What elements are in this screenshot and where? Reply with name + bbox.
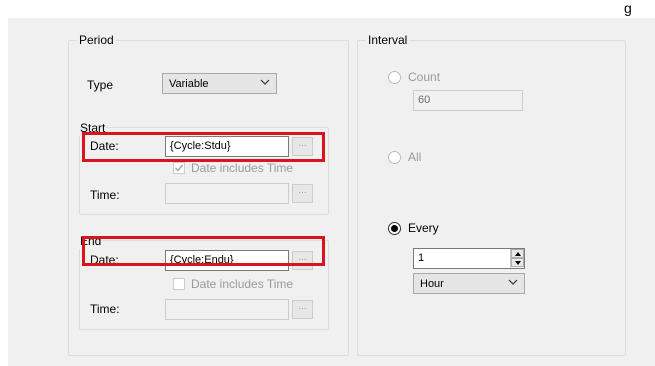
cropped-text-fragment: g [624, 0, 632, 16]
every-spinner[interactable] [510, 249, 524, 268]
chevron-down-icon [260, 79, 270, 85]
spin-down-button[interactable] [511, 258, 524, 267]
start-includes-time-label: Date includes Time [191, 161, 294, 175]
type-label: Type [87, 78, 114, 92]
spin-down-icon [515, 261, 521, 265]
end-time-label: Time: [90, 302, 120, 316]
every-radio[interactable] [388, 222, 401, 235]
period-group: Period Type Variable Start Date: {Cycle:… [68, 32, 349, 356]
end-includes-time-label: Date includes Time [191, 277, 294, 291]
every-value-text: 1 [418, 252, 425, 264]
start-time-input[interactable] [165, 183, 289, 204]
count-radio[interactable] [388, 71, 401, 84]
interval-group: Interval Count 60 All Every 1 Hour [357, 32, 626, 356]
end-includes-time-checkbox[interactable] [173, 278, 185, 290]
all-radio[interactable] [388, 151, 401, 164]
count-label: Count [408, 70, 441, 84]
start-time-browse-button[interactable]: ... [292, 184, 313, 203]
end-time-input[interactable] [165, 299, 289, 320]
chevron-down-icon [508, 279, 518, 285]
checkmark-icon [175, 164, 184, 172]
every-value-input[interactable]: 1 [413, 248, 525, 269]
interval-unit-value: Hour [420, 278, 444, 290]
start-date-highlight [82, 132, 325, 162]
type-combo[interactable]: Variable [162, 73, 277, 94]
type-combo-value: Variable [169, 78, 209, 90]
every-label: Every [408, 221, 439, 235]
spin-up-icon [515, 252, 521, 256]
interval-unit-combo[interactable]: Hour [413, 273, 525, 294]
end-time-browse-button[interactable]: ... [292, 300, 313, 319]
all-label: All [408, 150, 422, 164]
count-input[interactable]: 60 [413, 90, 523, 111]
interval-legend: Interval [366, 32, 410, 48]
start-includes-time-checkbox[interactable] [173, 162, 185, 174]
spin-up-button[interactable] [511, 249, 524, 258]
period-legend: Period [77, 32, 116, 48]
start-time-label: Time: [90, 188, 120, 202]
period-interval-dialog: Period Type Variable Start Date: {Cycle:… [8, 18, 655, 366]
end-date-highlight [82, 236, 325, 266]
